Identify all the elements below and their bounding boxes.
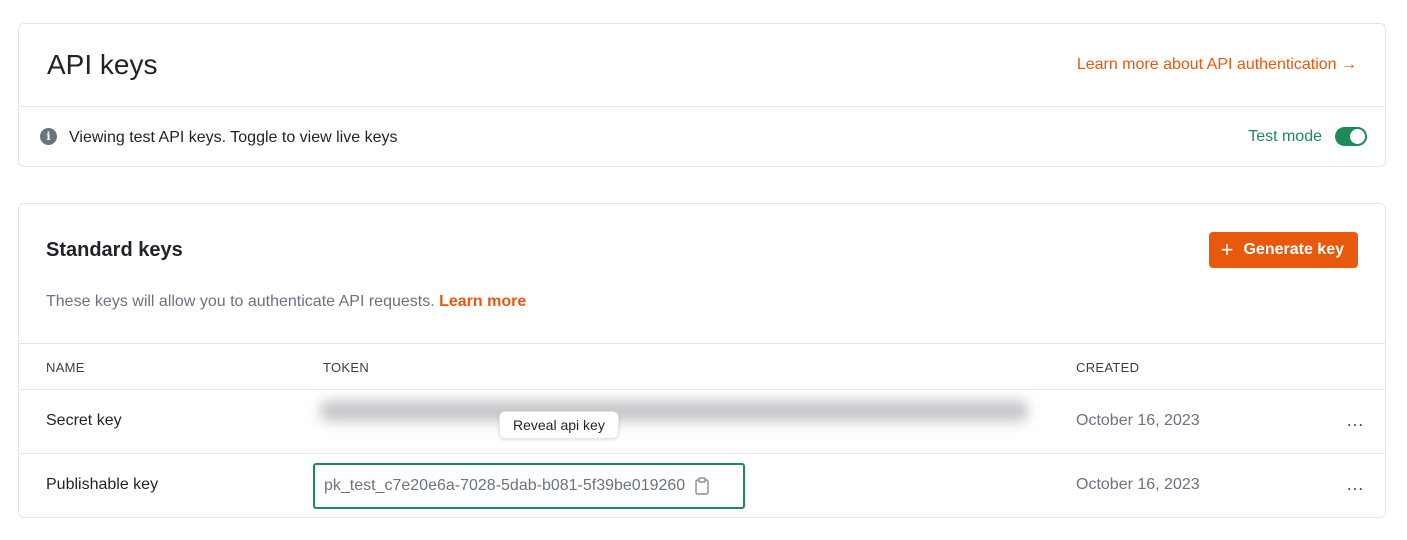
more-options-icon[interactable]: … [1346, 474, 1365, 495]
column-header-token: TOKEN [323, 360, 370, 375]
table-row: Secret key Reveal api key October 16, 20… [19, 390, 1385, 454]
learn-more-auth-link[interactable]: Learn more about API authentication → [1077, 56, 1357, 74]
section-title: Standard keys [46, 239, 183, 261]
test-mode-label: Test mode [1248, 128, 1322, 145]
key-name: Publishable key [46, 476, 159, 493]
token-field[interactable]: pk_test_c7e20e6a-7028-5dab-b081-5f39be01… [313, 463, 745, 509]
created-date: October 16, 2023 [1076, 412, 1200, 429]
more-options-icon[interactable]: … [1346, 410, 1365, 431]
standard-keys-card: Standard keys + Generate key These keys … [18, 203, 1386, 518]
keys-table: NAME TOKEN CREATED Secret key Reveal api… [19, 343, 1385, 518]
info-text: Viewing test API keys. Toggle to view li… [69, 129, 398, 146]
page-title: API keys [47, 49, 158, 80]
toggle-knob [1350, 129, 1365, 144]
test-mode-banner: i Viewing test API keys. Toggle to view … [19, 107, 1385, 167]
column-header-created: CREATED [1076, 360, 1140, 375]
learn-more-link[interactable]: Learn more [439, 293, 526, 310]
api-keys-header: API keys Learn more about API authentica… [19, 24, 1385, 107]
token-value: pk_test_c7e20e6a-7028-5dab-b081-5f39be01… [324, 477, 686, 494]
table-header: NAME TOKEN CREATED [19, 343, 1385, 390]
created-date: October 16, 2023 [1076, 476, 1200, 493]
hidden-token[interactable] [319, 400, 1029, 422]
generate-key-label: Generate key [1243, 241, 1344, 258]
section-description: These keys will allow you to authenticat… [46, 293, 526, 311]
clipboard-icon[interactable] [695, 477, 709, 495]
description-text: These keys will allow you to authenticat… [46, 293, 435, 310]
plus-icon: + [1220, 237, 1234, 262]
info-icon: i [40, 128, 57, 145]
generate-key-button[interactable]: + Generate key [1208, 232, 1358, 268]
api-keys-card: API keys Learn more about API authentica… [18, 23, 1386, 167]
table-row: Publishable key pk_test_c7e20e6a-7028-5d… [19, 454, 1385, 518]
reveal-key-tooltip[interactable]: Reveal api key [499, 411, 619, 439]
column-header-name: NAME [46, 360, 85, 375]
key-name: Secret key [46, 412, 122, 429]
test-mode-toggle[interactable] [1335, 127, 1367, 146]
